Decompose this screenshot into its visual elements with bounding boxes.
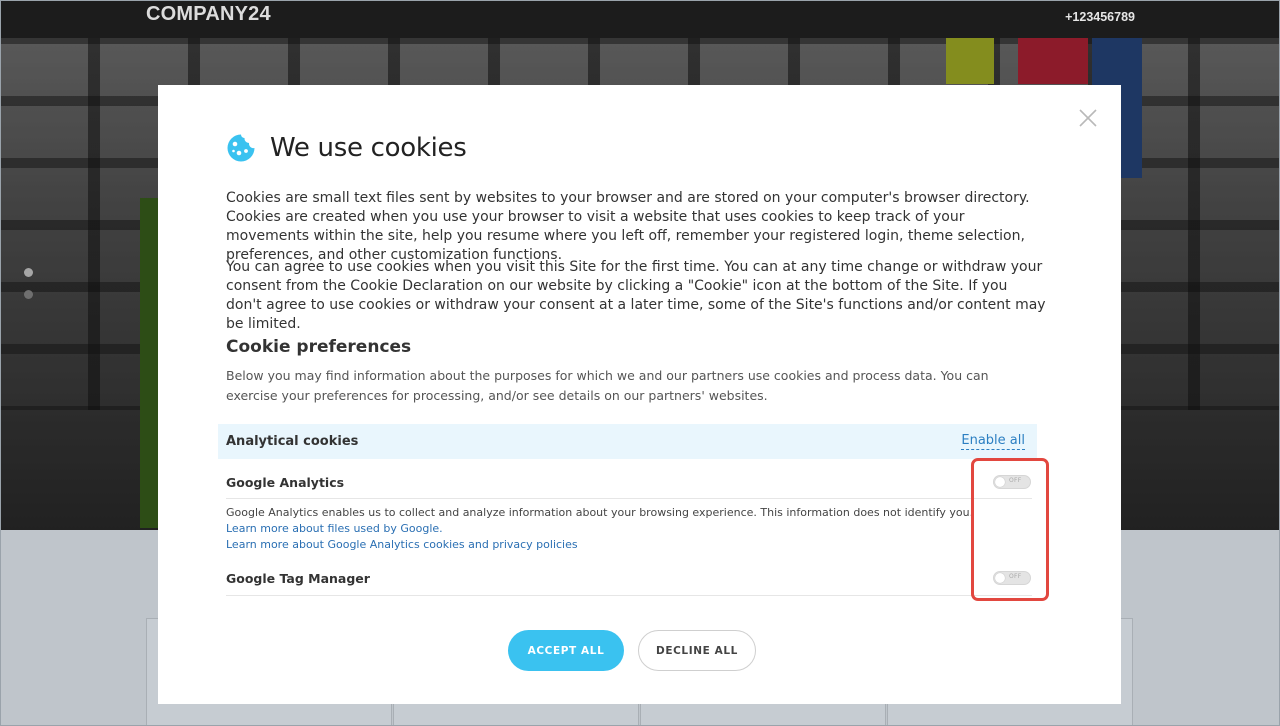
toggle-highlight-box <box>971 458 1049 601</box>
cookie-icon <box>227 134 255 162</box>
hero-poster <box>946 38 994 84</box>
divider <box>226 595 1032 596</box>
hero-poster <box>1018 38 1088 84</box>
divider <box>226 498 1032 499</box>
cookie-info-paragraph: Cookies are small text files sent by web… <box>226 190 1030 263</box>
analytical-cookies-section: Analytical cookies Enable all <box>218 424 1037 459</box>
cookie-consent-modal: We use cookies Cookies are small text fi… <box>158 85 1121 704</box>
decline-all-button[interactable]: DECLINE ALL <box>638 630 756 671</box>
cookie-preferences-description: Below you may find information about the… <box>226 368 989 403</box>
google-tag-manager-title: Google Tag Manager <box>226 571 370 586</box>
phone-number[interactable]: +123456789 <box>1065 10 1135 24</box>
modal-title: We use cookies <box>270 133 467 163</box>
google-analytics-description: Google Analytics enables us to collect a… <box>226 505 986 553</box>
slider-dot[interactable] <box>24 290 33 299</box>
google-analytics-description-text: Google Analytics enables us to collect a… <box>226 506 974 519</box>
slider-dot-active[interactable] <box>24 268 33 277</box>
google-analytics-privacy-link[interactable]: Learn more about Google Analytics cookie… <box>226 537 986 553</box>
consent-info-paragraph: You can agree to use cookies when you vi… <box>226 259 1046 332</box>
close-button[interactable] <box>1077 107 1099 129</box>
google-files-link[interactable]: Learn more about files used by Google. <box>226 521 986 537</box>
close-icon <box>1079 109 1097 127</box>
accept-all-button[interactable]: ACCEPT ALL <box>508 630 624 671</box>
section-label: Analytical cookies <box>226 434 359 449</box>
enable-all-link[interactable]: Enable all <box>961 433 1025 450</box>
modal-header: We use cookies <box>226 130 467 166</box>
brand-logo[interactable]: COMPANY24 <box>146 3 271 26</box>
google-analytics-title: Google Analytics <box>226 475 345 490</box>
site-header: COMPANY24 +123456789 <box>0 0 1280 38</box>
cookie-preferences-heading: Cookie preferences <box>226 337 412 357</box>
